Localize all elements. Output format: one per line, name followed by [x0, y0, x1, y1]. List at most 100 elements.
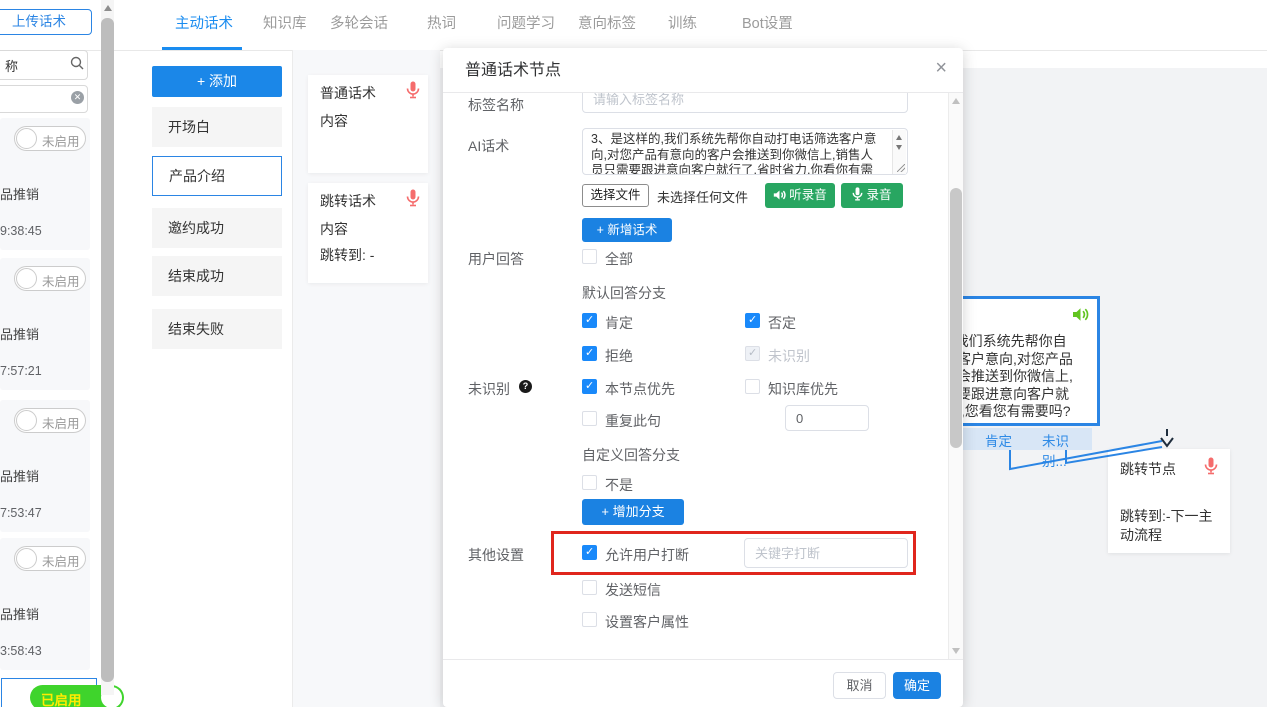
add-node-button[interactable]: + 添加: [152, 66, 282, 97]
enable-toggle-off[interactable]: 未启用: [14, 546, 86, 571]
tab-bot-settings[interactable]: Bot设置: [742, 0, 793, 49]
clear-input-icon[interactable]: ✕: [71, 91, 84, 104]
app-root: 主动话术 知识库 多轮会话 热词 问题学习 意向标签 训练 Bot设置 上传话术…: [0, 0, 1267, 707]
scroll-down-arrow-icon[interactable]: [952, 648, 960, 654]
add-script-button[interactable]: + 新增话术: [582, 218, 672, 242]
enable-toggle-off[interactable]: 未启用: [14, 266, 86, 291]
script-time: 7:57:21: [0, 364, 42, 378]
menu-item-product-intro[interactable]: 产品介绍: [152, 156, 282, 196]
choose-file-button[interactable]: 选择文件: [582, 184, 649, 207]
record-button[interactable]: 录音: [841, 183, 903, 208]
tab-multi-turn[interactable]: 多轮会话: [330, 0, 388, 49]
checkbox-box[interactable]: [582, 612, 597, 627]
script-list-item-enabled[interactable]: 已启用: [1, 678, 97, 707]
checkbox-box[interactable]: [582, 475, 597, 490]
help-question-icon[interactable]: ?: [519, 380, 532, 393]
checkbox-box[interactable]: [582, 580, 597, 595]
checkbox-box[interactable]: [582, 346, 597, 361]
left-list-scrollbar-thumb[interactable]: [101, 18, 114, 682]
scroll-up-arrow-icon[interactable]: [952, 98, 960, 104]
tab-hot-words[interactable]: 热词: [427, 0, 456, 49]
enable-toggle-off[interactable]: 未启用: [14, 408, 86, 433]
add-branch-button[interactable]: + 增加分支: [582, 499, 684, 525]
modal-title: 普通话术节点: [465, 48, 561, 93]
modal-scrollbar-track[interactable]: [948, 93, 963, 659]
node-card-jump-target: 跳转到: -: [320, 245, 374, 265]
modal-footer: 取消 确定: [443, 659, 963, 707]
checkbox-box[interactable]: [745, 313, 760, 328]
active-tab-underline: [162, 47, 242, 50]
toggle-label: 未启用: [42, 413, 80, 432]
node-settings-modal: 普通话术节点 × 标签名称 AI话术 3、是这样的,我们系统先帮你自动打电话筛选…: [443, 48, 963, 707]
checkbox-label: 不是: [605, 475, 633, 495]
field-label-name: 标签名称: [468, 95, 524, 115]
modal-body: 标签名称 AI话术 3、是这样的,我们系统先帮你自动打电话筛选客户意向,对您产品…: [443, 93, 963, 659]
script-list-item[interactable]: 未启用 品推销 9:38:45: [0, 118, 90, 250]
cancel-button[interactable]: 取消: [833, 672, 886, 699]
menu-item-opening[interactable]: 开场白: [152, 107, 282, 147]
tab-active-scripts[interactable]: 主动话术: [175, 0, 233, 49]
menu-item-invite-success[interactable]: 邀约成功: [152, 208, 282, 248]
branch-unrecognized[interactable]: 未识别...: [1042, 430, 1092, 470]
field-other-settings: 其他设置: [468, 545, 524, 565]
checkbox-box[interactable]: [582, 411, 597, 426]
checkbox-label: 否定: [768, 313, 796, 333]
canvas-jump-node[interactable]: 跳转节点 跳转到:-下一主动流程: [1108, 449, 1230, 553]
tab-training[interactable]: 训练: [668, 0, 697, 49]
field-unrecognized: 未识别: [468, 379, 510, 399]
ai-script-text: 3、是这样的,我们系统先帮你自动打电话筛选客户意向,对您产品有意向的客户会推送到…: [583, 130, 888, 174]
keyword-interrupt-input[interactable]: [744, 538, 908, 568]
record-label: 录音: [866, 188, 891, 202]
ai-script-textarea[interactable]: 3、是这样的,我们系统先帮你自动打电话筛选客户意向,对您产品有意向的客户会推送到…: [582, 128, 908, 175]
checkbox-label: 设置客户属性: [605, 612, 689, 632]
resize-grip-icon[interactable]: [897, 164, 905, 172]
checkbox-label: 知识库优先: [768, 379, 838, 399]
menu-item-end-fail[interactable]: 结束失败: [152, 309, 282, 349]
listen-recording-button[interactable]: 听录音: [765, 183, 835, 208]
checkbox-box[interactable]: [582, 249, 597, 264]
label-name-input[interactable]: [582, 93, 908, 113]
toggle-knob: [16, 128, 37, 149]
menu-item-end-success[interactable]: 结束成功: [152, 256, 282, 296]
node-card-normal-script[interactable]: 普通话术 内容: [308, 75, 428, 173]
file-none-text: 未选择任何文件: [657, 187, 748, 206]
modal-header: 普通话术节点 ×: [443, 48, 963, 93]
toggle-label: 未启用: [42, 551, 80, 570]
checkbox-box[interactable]: [582, 313, 597, 328]
scroll-down-arrow-icon[interactable]: [896, 145, 902, 150]
node-card-jump-script[interactable]: 跳转话术 内容 跳转到: -: [308, 183, 428, 283]
scroll-up-arrow-icon[interactable]: [896, 135, 902, 140]
default-branch-title: 默认回答分支: [582, 283, 666, 303]
tab-question-learning[interactable]: 问题学习: [497, 0, 555, 49]
repeat-count-input[interactable]: [785, 405, 869, 431]
mic-icon: [852, 187, 863, 201]
script-name: 品推销: [0, 466, 39, 485]
branch-affirm[interactable]: 肯定: [985, 430, 1012, 450]
modal-scrollbar-thumb[interactable]: [950, 188, 962, 448]
checkbox-label: 未识别: [768, 346, 810, 366]
script-list-item[interactable]: 未启用 品推销 7:53:47: [0, 400, 90, 532]
jump-node-target: 跳转到:-下一主动流程: [1120, 507, 1220, 545]
checkbox-box[interactable]: [582, 545, 597, 560]
scroll-up-arrow-icon[interactable]: [104, 5, 112, 11]
upload-script-button[interactable]: 上传话术: [0, 9, 92, 35]
script-list-item[interactable]: 未启用 品推销 7:57:21: [0, 258, 90, 390]
script-name: 品推销: [0, 184, 39, 203]
script-list-item[interactable]: 未启用 品推销 3:58:43: [0, 538, 90, 670]
mic-icon: [406, 189, 420, 207]
tab-intent-tags[interactable]: 意向标签: [578, 0, 636, 49]
top-nav: 主动话术 知识库 多轮会话 热词 问题学习 意向标签 训练 Bot设置: [0, 0, 1267, 51]
enable-toggle-off[interactable]: 未启用: [14, 126, 86, 151]
checkbox-box[interactable]: [582, 379, 597, 394]
speaker-icon: [773, 189, 786, 201]
tab-knowledge-base[interactable]: 知识库: [263, 0, 307, 49]
listen-label: 听录音: [789, 188, 827, 202]
checkbox-label: 发送短信: [605, 580, 661, 600]
close-icon[interactable]: ×: [935, 57, 947, 80]
checkbox-box[interactable]: [745, 379, 760, 394]
toggle-label: 未启用: [42, 131, 80, 150]
script-name: 品推销: [0, 324, 39, 343]
speaker-icon[interactable]: [1072, 307, 1089, 322]
checkbox-label: 拒绝: [605, 346, 633, 366]
confirm-button[interactable]: 确定: [893, 672, 941, 699]
